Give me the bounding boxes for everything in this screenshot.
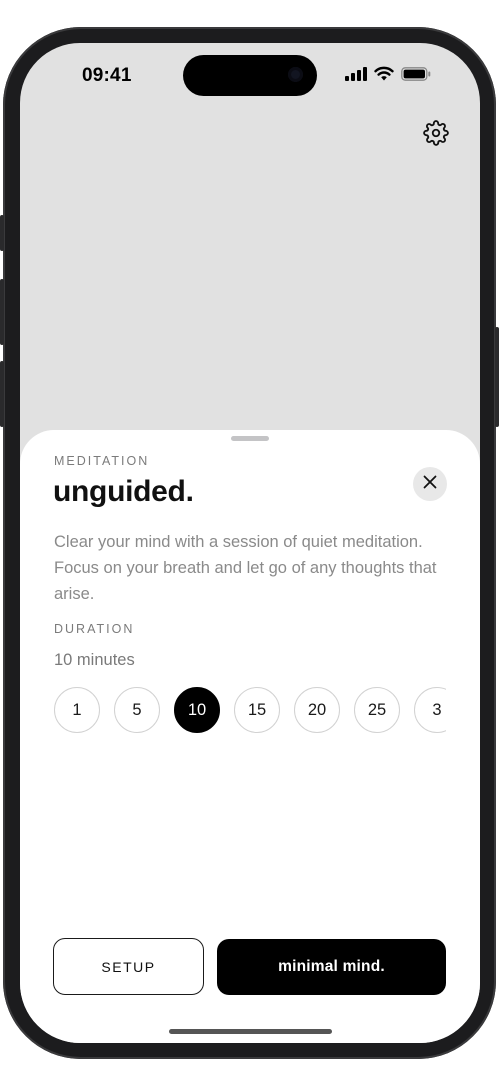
home-indicator (169, 1029, 332, 1034)
duration-option[interactable]: 25 (354, 687, 400, 733)
wifi-icon (374, 66, 394, 86)
start-button[interactable]: minimal mind. (217, 939, 446, 995)
cellular-signal-icon (345, 66, 367, 86)
battery-icon (401, 66, 431, 86)
close-icon (423, 475, 437, 494)
session-title: unguided. (53, 475, 194, 508)
duration-picker[interactable]: 1 5 10 15 20 25 3 (54, 686, 446, 734)
duration-option[interactable]: 3 (414, 687, 446, 733)
duration-option[interactable]: 20 (294, 687, 340, 733)
duration-value: 10 minutes (54, 651, 135, 669)
duration-option[interactable]: 15 (234, 687, 280, 733)
status-bar: 09:41 (20, 43, 480, 109)
setup-button[interactable]: SETUP (53, 938, 204, 995)
meditation-sheet: MEDITATION unguided. Clear your mind wit… (20, 430, 480, 1043)
category-label: MEDITATION (54, 454, 150, 468)
gear-icon (423, 119, 449, 151)
duration-option[interactable]: 5 (114, 687, 160, 733)
sheet-grabber[interactable] (231, 436, 269, 441)
volume-up-button (0, 279, 4, 345)
duration-option[interactable]: 10 (174, 687, 220, 733)
app-screen: 09:41 MEDITATION unguided. Clear your mi… (20, 43, 480, 1043)
duration-options: 1 5 10 15 20 25 3 (54, 686, 446, 734)
duration-option[interactable]: 1 (54, 687, 100, 733)
session-description: Clear your mind with a session of quiet … (54, 533, 437, 603)
duration-label: DURATION (54, 622, 135, 636)
close-button[interactable] (413, 467, 447, 501)
power-button (495, 327, 499, 427)
status-icons (345, 66, 431, 86)
volume-down-button (0, 361, 4, 427)
front-camera (288, 67, 303, 82)
status-time: 09:41 (82, 65, 132, 86)
action-button (0, 215, 4, 251)
settings-button[interactable] (422, 119, 450, 151)
dynamic-island (183, 55, 317, 96)
